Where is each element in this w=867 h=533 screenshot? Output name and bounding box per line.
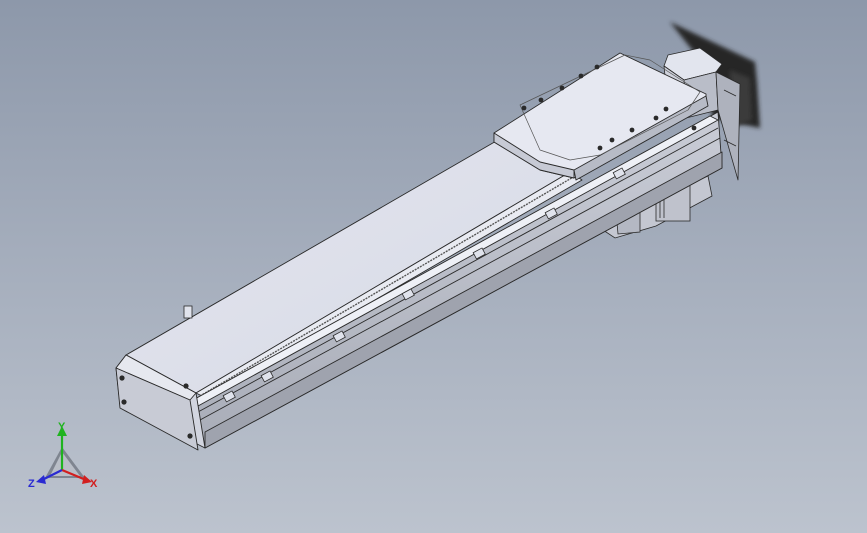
x-axis-label: X [90, 478, 98, 490]
y-axis-label: Y [58, 421, 66, 433]
z-axis-arrowhead [36, 475, 46, 484]
cad-viewport[interactable]: Y X Z [0, 0, 867, 533]
z-axis-label: Z [28, 478, 35, 490]
coordinate-triad[interactable]: Y X Z [28, 421, 98, 490]
actuator-model[interactable]: Y X Z [0, 0, 867, 533]
rail-body[interactable] [115, 111, 723, 451]
